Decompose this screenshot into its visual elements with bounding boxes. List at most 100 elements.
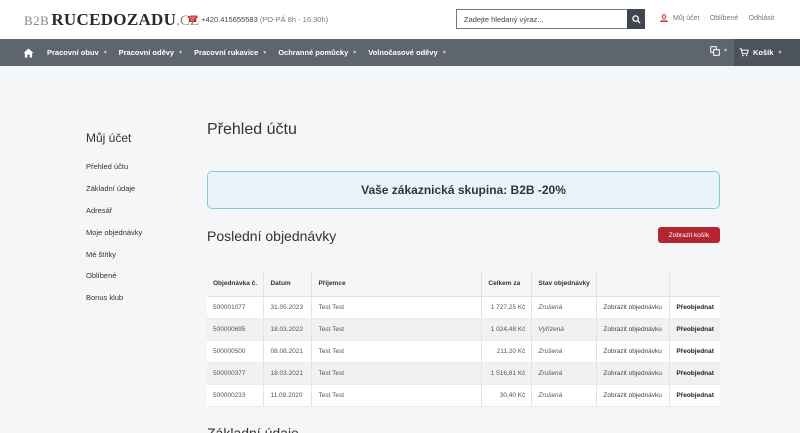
nav-item-work-clothes[interactable]: Pracovní oděvy ▼: [119, 48, 183, 57]
nav-item-label: Volnočasové oděvy: [368, 48, 438, 57]
user-icon: [660, 14, 668, 22]
reorder-link[interactable]: Přeobjednat: [669, 384, 720, 407]
nav-item-work-shoes[interactable]: Pracovní obuv ▼: [47, 48, 108, 57]
link-my-account[interactable]: Můj účet: [673, 15, 699, 22]
chevron-down-icon: ▼: [262, 49, 268, 56]
order-date: 08.08.2021: [263, 340, 312, 363]
nav-menu: Pracovní obuv ▼ Pracovní oděvy ▼ Pracovní …: [47, 39, 458, 66]
cart-label: Košík: [753, 48, 774, 57]
phone-icon: ☎: [187, 14, 199, 24]
orders-table: Objednávka č. Datum Příjemce Celkem za S…: [207, 272, 720, 407]
order-status: Vyřízená: [531, 318, 597, 341]
order-date: 18.03.2021: [263, 362, 312, 385]
order-status: Zrušená: [531, 384, 597, 407]
sidebar-item-bonus-club[interactable]: Bonus klub: [86, 293, 123, 302]
customer-group-text: Vaše zákaznická skupina: B2B -20%: [361, 183, 566, 197]
nav-item-label: Ochranné pomůcky: [278, 48, 349, 57]
show-cart-button[interactable]: Zobrazit košík: [658, 227, 720, 243]
column-header: Datum: [263, 272, 312, 297]
phone-number[interactable]: +420.415655583: [201, 15, 258, 24]
chevron-down-icon: ▼: [102, 49, 108, 56]
column-header: Objednávka č.: [207, 272, 264, 297]
phone-contact: ☎ +420.415655583 (PO-PÁ 8h - 16:30h): [187, 14, 328, 25]
sidebar-item-address-book[interactable]: Adresář: [86, 206, 112, 215]
sidebar-item-my-labels[interactable]: Mé štítky: [86, 250, 116, 259]
order-status: Zrušená: [531, 362, 597, 385]
order-number: 500000695: [207, 318, 264, 341]
logo[interactable]: B2B RUCEDOZADU .CZ: [24, 10, 199, 30]
search-button[interactable]: [627, 9, 645, 29]
order-recipient: Test Test: [311, 296, 482, 319]
table-row: 500000233 11.09.2020 Test Test 30,40 Kč …: [207, 384, 720, 407]
sidebar-title: Můj účet: [86, 131, 132, 145]
order-total: 1 024,48 Kč: [481, 318, 532, 341]
view-order-link[interactable]: Zobrazit objednávku: [596, 340, 670, 363]
order-number: 500000500: [207, 340, 264, 363]
chevron-down-icon: ▼: [723, 48, 728, 54]
chevron-down-icon: ▼: [352, 49, 358, 56]
nav-item-work-gloves[interactable]: Pracovní rukavice ▼: [194, 48, 267, 57]
nav-home-button[interactable]: [20, 45, 36, 61]
compare-icon: [710, 46, 720, 56]
sidebar-item-overview[interactable]: Přehled účtu: [86, 162, 128, 171]
logo-prefix: B2B: [24, 13, 50, 28]
home-icon: [23, 48, 33, 58]
link-favorites[interactable]: Oblíbené: [710, 15, 738, 22]
view-order-link[interactable]: Zobrazit objednávku: [596, 296, 670, 319]
cart-icon: [739, 48, 749, 57]
table-row: 500000377 18.03.2021 Test Test 1 516,81 …: [207, 362, 720, 385]
nav-item-leisure-clothes[interactable]: Volnočasové oděvy ▼: [368, 48, 446, 57]
column-header: [669, 272, 720, 297]
customer-group-box: Vaše zákaznická skupina: B2B -20%: [207, 171, 720, 209]
view-order-link[interactable]: Zobrazit objednávku: [596, 384, 670, 407]
compare-button[interactable]: ▼: [710, 46, 728, 56]
table-row: 500001077 31.05.2023 Test Test 1 727,25 …: [207, 296, 720, 319]
order-date: 31.05.2023: [263, 296, 312, 319]
order-status: Zrušená: [531, 340, 597, 363]
main-nav: Pracovní obuv ▼ Pracovní oděvy ▼ Pracovní …: [0, 39, 800, 66]
divider: ·: [703, 14, 706, 22]
view-order-link[interactable]: Zobrazit objednávku: [596, 362, 670, 385]
chevron-down-icon: ▼: [441, 49, 447, 56]
table-header-row: Objednávka č. Datum Příjemce Celkem za S…: [207, 272, 720, 297]
order-number: 500000377: [207, 362, 264, 385]
reorder-link[interactable]: Přeobjednat: [669, 296, 720, 319]
table-row: 500000695 18.03.2022 Test Test 1 024,48 …: [207, 318, 720, 341]
column-header: Příjemce: [311, 272, 482, 297]
chevron-down-icon: ▼: [178, 49, 184, 56]
top-header: B2B RUCEDOZADU .CZ ☎ +420.415655583 (PO-…: [0, 0, 800, 39]
order-total: 211,20 Kč: [481, 340, 532, 363]
divider: ·: [742, 14, 745, 22]
user-links: Můj účet · Oblíbené · Odhlásit: [660, 14, 774, 22]
table-row: 500000500 08.08.2021 Test Test 211,20 Kč…: [207, 340, 720, 363]
recent-orders-title: Poslední objednávky: [207, 228, 337, 244]
reorder-link[interactable]: Přeobjednat: [669, 318, 720, 341]
order-recipient: Test Test: [311, 384, 482, 407]
order-number: 500001077: [207, 296, 264, 319]
view-order-link[interactable]: Zobrazit objednávku: [596, 318, 670, 341]
reorder-link[interactable]: Přeobjednat: [669, 340, 720, 363]
nav-item-label: Pracovní obuv: [47, 48, 99, 57]
link-logout[interactable]: Odhlásit: [749, 15, 775, 22]
order-number: 500000233: [207, 384, 264, 407]
order-total: 30,40 Kč: [481, 384, 532, 407]
nav-item-protective-gear[interactable]: Ochranné pomůcky ▼: [278, 48, 357, 57]
nav-item-label: Pracovní rukavice: [194, 48, 259, 57]
sidebar-item-basic-info[interactable]: Základní údaje: [86, 184, 135, 193]
basic-info-title: Základní údaje: [207, 425, 299, 433]
cart-button[interactable]: Košík ▼: [734, 39, 800, 66]
search-bar: [456, 9, 645, 29]
order-status: Zrušená: [531, 296, 597, 319]
nav-item-label: Pracovní oděvy: [118, 48, 175, 57]
chevron-down-icon: ▼: [777, 49, 783, 56]
search-icon: [631, 14, 641, 24]
reorder-link[interactable]: Přeobjednat: [669, 362, 720, 385]
logo-brand: RUCEDOZADU: [51, 10, 177, 29]
order-date: 11.09.2020: [263, 384, 312, 407]
search-input[interactable]: [456, 9, 627, 29]
sidebar-item-favorites[interactable]: Oblíbené: [86, 271, 116, 280]
order-total: 1 516,81 Kč: [481, 362, 532, 385]
sidebar-item-my-orders[interactable]: Moje objednávky: [86, 228, 142, 237]
order-date: 18.03.2022: [263, 318, 312, 341]
order-recipient: Test Test: [311, 340, 482, 363]
